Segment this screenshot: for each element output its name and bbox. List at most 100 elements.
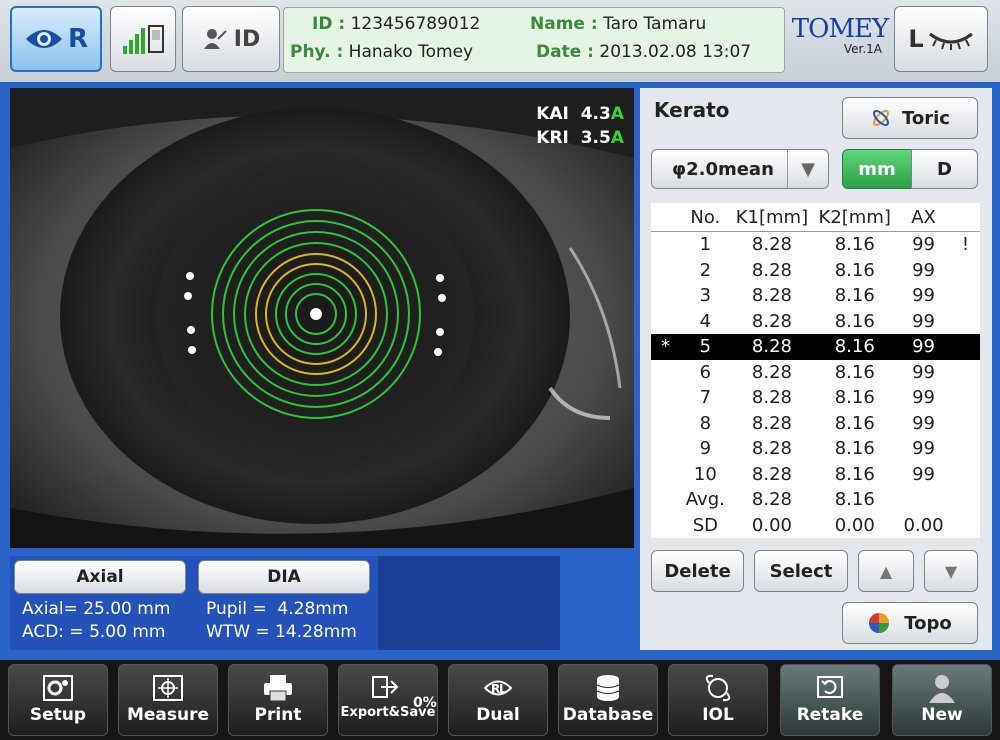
topo-button[interactable]: Topo <box>842 602 978 644</box>
eye-side-label: R <box>67 24 89 54</box>
table-row[interactable]: 1 8.28 8.16 99! <box>651 232 980 258</box>
cell-no: 4 <box>699 310 712 332</box>
scroll-down-button[interactable]: ▼ <box>924 550 978 592</box>
axial-length: Axial= 25.00 mm <box>22 599 171 619</box>
brand-name: TOMEY <box>791 14 889 44</box>
kai-kri-readout: KAI 4.3A KRI 3.5A <box>536 102 624 150</box>
patient-name: Name : Taro Tamaru <box>530 14 706 34</box>
scroll-up-button[interactable]: ▲ <box>858 550 914 592</box>
table-row[interactable]: 4 8.28 8.16 99 <box>651 309 980 335</box>
cell-ax <box>896 487 951 513</box>
settings-gear-icon <box>43 675 73 701</box>
kri-value: 3.5 <box>580 128 611 148</box>
table-row[interactable]: 2 8.28 8.16 99 <box>651 258 980 284</box>
closed-eye-icon <box>928 32 973 50</box>
patient-id-button[interactable]: ID <box>182 6 280 72</box>
right-eye-button[interactable]: R <box>10 6 102 72</box>
phy-value: Hanako Tomey <box>348 42 474 62</box>
select-label: Select <box>769 560 833 582</box>
crosshair-icon <box>153 675 183 701</box>
table-row[interactable]: 7 8.28 8.16 99 <box>651 385 980 411</box>
cell-flag <box>951 411 980 437</box>
cell-k1: 8.28 <box>751 285 792 307</box>
toric-label: Toric <box>902 107 950 129</box>
export-save-button[interactable]: 0% Export&Save <box>338 664 438 736</box>
table-row[interactable]: 6 8.28 8.16 99 <box>651 360 980 386</box>
unit-d-label: D <box>937 158 952 180</box>
toric-button[interactable]: Toric <box>842 97 978 139</box>
dual-button[interactable]: RL Dual <box>448 664 548 736</box>
cell-mark <box>651 385 680 411</box>
patient-id: ID : 123456789012 <box>312 14 480 34</box>
axial-button[interactable]: Axial <box>14 560 186 594</box>
unit-d-toggle[interactable]: D <box>911 149 978 189</box>
cell-k1: 8.28 <box>730 334 814 360</box>
cell-ax: 99 <box>912 361 936 383</box>
id-button-label: ID <box>233 26 261 52</box>
select-button[interactable]: Select <box>754 550 848 592</box>
table-row[interactable]: Avg. 8.28 8.16 <box>651 487 980 513</box>
cell-k1: 8.28 <box>751 259 792 281</box>
delete-label: Delete <box>664 560 731 582</box>
cell-k1: 8.28 <box>751 387 792 409</box>
cell-flag <box>951 309 980 335</box>
table-row[interactable]: 9 8.28 8.16 99 <box>651 436 980 462</box>
id-label: ID : <box>312 14 346 34</box>
cell-mark <box>651 309 680 335</box>
cell-no: 8 <box>699 412 712 434</box>
phy-label: Phy. : <box>290 42 344 62</box>
mode-select[interactable]: φ2.0mean ▼ <box>651 149 829 189</box>
cell-ax: 99 <box>912 463 936 485</box>
export-icon <box>372 676 399 698</box>
col-ax-header: AX <box>896 203 952 232</box>
retake-icon <box>817 676 843 698</box>
printer-icon <box>264 675 292 702</box>
dia-button[interactable]: DIA <box>198 560 370 594</box>
table-row[interactable]: SD 0.00 0.00 0.00 <box>651 513 980 539</box>
table-row[interactable]: * 5 8.28 8.16 99 <box>651 334 980 360</box>
patient-info-panel: ID : 123456789012 Name : Taro Tamaru Phy… <box>283 7 785 73</box>
pupil-value: Pupil = 4.28mm <box>206 599 349 619</box>
col-k2-header: K2[mm] <box>813 203 897 232</box>
dual-label: Dual <box>476 705 520 725</box>
cell-k2: 8.16 <box>834 489 875 511</box>
setup-label: Setup <box>29 705 87 725</box>
setup-button[interactable]: Setup <box>8 664 108 736</box>
print-button[interactable]: Print <box>228 664 328 736</box>
table-row[interactable]: 3 8.28 8.16 99 <box>651 283 980 309</box>
cell-flag <box>951 436 980 462</box>
topo-map-icon <box>869 613 890 633</box>
cell-mark <box>651 436 680 462</box>
dia-label: DIA <box>267 567 301 587</box>
retake-button[interactable]: Retake <box>780 664 880 736</box>
cell-no: Avg. <box>685 489 725 511</box>
flag-header <box>951 203 980 232</box>
cell-k2: 8.16 <box>813 334 897 360</box>
measure-button[interactable]: Measure <box>118 664 218 736</box>
date-label: Date : <box>536 42 594 62</box>
delete-button[interactable]: Delete <box>651 550 744 592</box>
iol-label: IOL <box>702 705 734 725</box>
export-percent: 0% <box>413 695 437 711</box>
name-value: Taro Tamaru <box>603 14 707 34</box>
cell-no: 3 <box>699 285 712 307</box>
cell-k1: 8.28 <box>751 234 792 256</box>
table-row[interactable]: 10 8.28 8.16 99 <box>651 462 980 488</box>
dual-eye-icon: RL <box>483 680 513 696</box>
mark-header <box>651 203 681 232</box>
iol-button[interactable]: IOL <box>668 664 768 736</box>
eye-icon <box>25 30 62 48</box>
cell-flag <box>951 283 980 309</box>
left-eye-button[interactable]: L <box>894 6 988 72</box>
unit-mm-toggle[interactable]: mm <box>842 149 912 189</box>
new-button[interactable]: New <box>892 664 992 736</box>
cell-k1: 8.28 <box>751 463 792 485</box>
axial-values: Axial= 25.00 mm ACD: = 5.00 mm <box>22 598 170 644</box>
signal-button[interactable] <box>110 6 176 72</box>
kai-grade: A <box>610 104 624 124</box>
database-button[interactable]: Database <box>558 664 658 736</box>
cell-k1: 0.00 <box>751 514 792 536</box>
eye-image-view[interactable]: KAI 4.3A KRI 3.5A <box>10 88 634 548</box>
cell-mark <box>651 513 680 539</box>
table-row[interactable]: 8 8.28 8.16 99 <box>651 411 980 437</box>
